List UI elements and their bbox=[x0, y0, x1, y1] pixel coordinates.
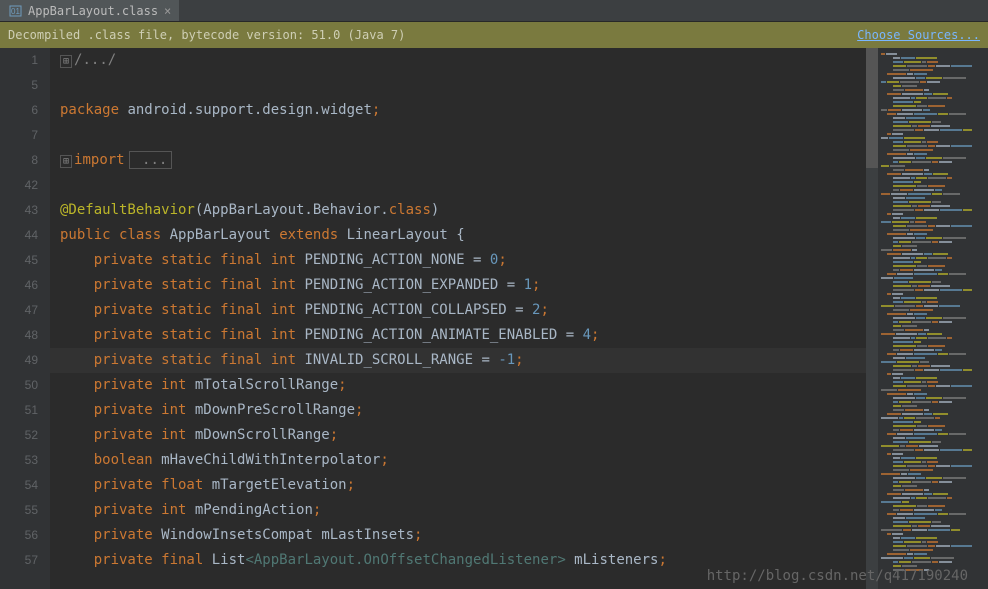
line-number: 43 bbox=[0, 198, 38, 223]
line-gutter: 1 5 6 7 8 42 43 44 45 46 47 48 49 50 51 … bbox=[0, 48, 50, 589]
line-number: 6 bbox=[0, 98, 38, 123]
choose-sources-link[interactable]: Choose Sources... bbox=[857, 28, 980, 42]
editor: 1 5 6 7 8 42 43 44 45 46 47 48 49 50 51 … bbox=[0, 48, 988, 589]
line-number: 47 bbox=[0, 298, 38, 323]
code-line: ⊞import ... bbox=[50, 148, 878, 173]
minimap[interactable] bbox=[878, 48, 988, 589]
code-line: private int mDownPreScrollRange; bbox=[50, 398, 878, 423]
class-file-icon: 01 bbox=[8, 4, 22, 18]
line-number: 49 bbox=[0, 348, 38, 373]
line-number: 50 bbox=[0, 373, 38, 398]
code-line: private static final int PENDING_ACTION_… bbox=[50, 273, 878, 298]
code-line: private int mTotalScrollRange; bbox=[50, 373, 878, 398]
tab-bar: 01 AppBarLayout.class × bbox=[0, 0, 988, 22]
code-line: ⊞/.../ bbox=[50, 48, 878, 73]
line-number: 52 bbox=[0, 423, 38, 448]
code-line: private static final int PENDING_ACTION_… bbox=[50, 323, 878, 348]
line-number: 55 bbox=[0, 498, 38, 523]
line-number: 57 bbox=[0, 548, 38, 573]
info-message: Decompiled .class file, bytecode version… bbox=[8, 28, 405, 42]
scrollbar-thumb[interactable] bbox=[866, 48, 878, 168]
code-line: package android.support.design.widget; bbox=[50, 98, 878, 123]
line-number: 45 bbox=[0, 248, 38, 273]
code-line bbox=[50, 73, 878, 98]
close-icon[interactable]: × bbox=[164, 4, 171, 18]
code-line: private int mPendingAction; bbox=[50, 498, 878, 523]
line-number: 48 bbox=[0, 323, 38, 348]
file-tab[interactable]: 01 AppBarLayout.class × bbox=[0, 0, 179, 21]
code-line bbox=[50, 173, 878, 198]
info-bar: Decompiled .class file, bytecode version… bbox=[0, 22, 988, 48]
line-number: 1 bbox=[0, 48, 38, 73]
code-line: private WindowInsetsCompat mLastInsets; bbox=[50, 523, 878, 548]
line-number: 42 bbox=[0, 173, 38, 198]
line-number: 7 bbox=[0, 123, 38, 148]
line-number: 56 bbox=[0, 523, 38, 548]
vertical-scrollbar[interactable] bbox=[866, 48, 878, 589]
fold-icon[interactable]: ⊞ bbox=[60, 55, 72, 68]
code-line: private static final int PENDING_ACTION_… bbox=[50, 298, 878, 323]
code-line: private static final int PENDING_ACTION_… bbox=[50, 248, 878, 273]
line-number: 5 bbox=[0, 73, 38, 98]
code-line: private int mDownScrollRange; bbox=[50, 423, 878, 448]
code-line: private float mTargetElevation; bbox=[50, 473, 878, 498]
line-number: 8 bbox=[0, 148, 38, 173]
code-line: boolean mHaveChildWithInterpolator; bbox=[50, 448, 878, 473]
code-line: @DefaultBehavior(AppBarLayout.Behavior.c… bbox=[50, 198, 878, 223]
fold-icon[interactable]: ⊞ bbox=[60, 155, 72, 168]
tab-title: AppBarLayout.class bbox=[28, 4, 158, 18]
code-line bbox=[50, 123, 878, 148]
code-line-highlighted: private static final int INVALID_SCROLL_… bbox=[50, 348, 878, 373]
code-area[interactable]: ⊞/.../ package android.support.design.wi… bbox=[50, 48, 878, 589]
svg-text:01: 01 bbox=[11, 7, 20, 16]
code-line: private final List<AppBarLayout.OnOffset… bbox=[50, 548, 878, 573]
code-line: public class AppBarLayout extends Linear… bbox=[50, 223, 878, 248]
line-number: 46 bbox=[0, 273, 38, 298]
line-number: 53 bbox=[0, 448, 38, 473]
line-number: 51 bbox=[0, 398, 38, 423]
line-number: 44 bbox=[0, 223, 38, 248]
line-number: 54 bbox=[0, 473, 38, 498]
